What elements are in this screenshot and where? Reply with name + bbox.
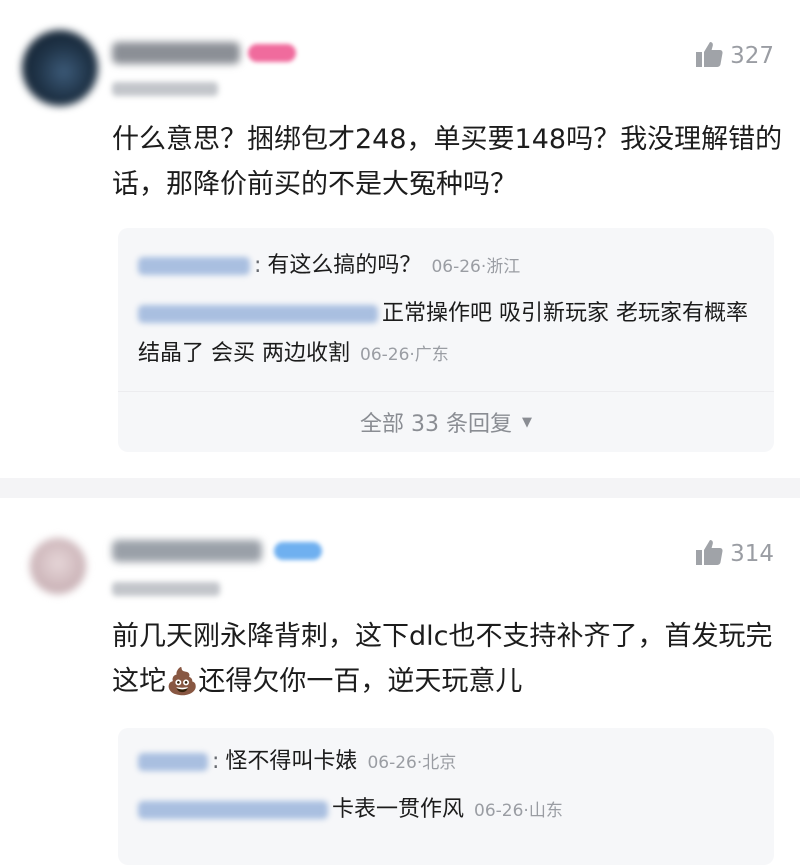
avatar[interactable] [30,538,86,594]
reply-colon: : [254,253,262,278]
reply-item[interactable]: 正常操作吧 吸引新玩家 老玩家有概率结晶了 会买 两边收割 06-26·广东 [138,294,758,375]
reply-text: 有这么搞的吗？ [267,253,422,278]
comment-card: 327 什么意思？捆绑包才248，单买要148吗？我没理解错的话，那降价前买的不… [0,0,800,478]
comment-divider [0,478,800,498]
like-count: 314 [730,541,774,567]
show-all-replies-button[interactable]: 全部 33 条回复 ▼ [118,391,774,452]
comment-text: 前几天刚永降背刺，这下dlc也不支持补齐了，首发玩完这坨💩还得欠你一百，逆天玩意… [112,614,784,705]
username-blurred[interactable] [112,42,240,64]
reply-username-blurred[interactable] [138,257,250,275]
user-badge [274,542,322,560]
reply-username-blurred[interactable] [138,801,328,819]
reply-username-blurred[interactable] [138,305,378,323]
comment-text-part: 还得欠你一百，逆天玩意儿 [198,666,523,697]
show-all-label: 全部 33 条回复 [360,412,512,437]
comment-meta-blurred [112,582,220,596]
comment-meta-blurred [112,82,218,96]
reply-time: 06-26·浙江 [431,257,521,277]
reply-text: 卡表一贯作风 [332,797,465,822]
reply-item[interactable]: 卡表一贯作风 06-26·山东 [138,790,758,831]
reply-section: : 有这么搞的吗？ 06-26·浙江 正常操作吧 吸引新玩家 老玩家有概率结晶了 会… [118,228,774,452]
reply-section: : 怪不得叫卡婊 06-26·北京 卡表一贯作风 06-26·山东 [118,728,774,865]
comment-card: 314 前几天刚永降背刺，这下dlc也不支持补齐了，首发玩完这坨💩还得欠你一百，… [0,498,800,865]
reply-item[interactable]: : 有这么搞的吗？ 06-26·浙江 [138,246,758,287]
reply-time: 06-26·山东 [474,801,563,821]
user-badge [248,44,296,62]
reply-item[interactable]: : 怪不得叫卡婊 06-26·北京 [138,742,758,783]
reply-colon: : [212,749,220,774]
avatar[interactable] [22,30,98,106]
caret-down-icon: ▼ [521,414,532,430]
like-count: 327 [730,43,774,69]
poop-emoji-icon: 💩 [166,667,199,697]
reply-text: 怪不得叫卡婊 [225,749,358,774]
comment-text: 什么意思？捆绑包才248，单买要148吗？我没理解错的话，那降价前买的不是大冤种… [112,124,783,200]
thumbs-up-icon [694,40,724,72]
like-button[interactable]: 327 [694,40,774,72]
like-button[interactable]: 314 [694,538,774,570]
username-blurred[interactable] [112,540,262,562]
reply-username-blurred[interactable] [138,753,208,771]
thumbs-up-icon [694,538,724,570]
reply-time: 06-26·广东 [360,345,449,365]
reply-time: 06-26·北京 [367,753,457,773]
